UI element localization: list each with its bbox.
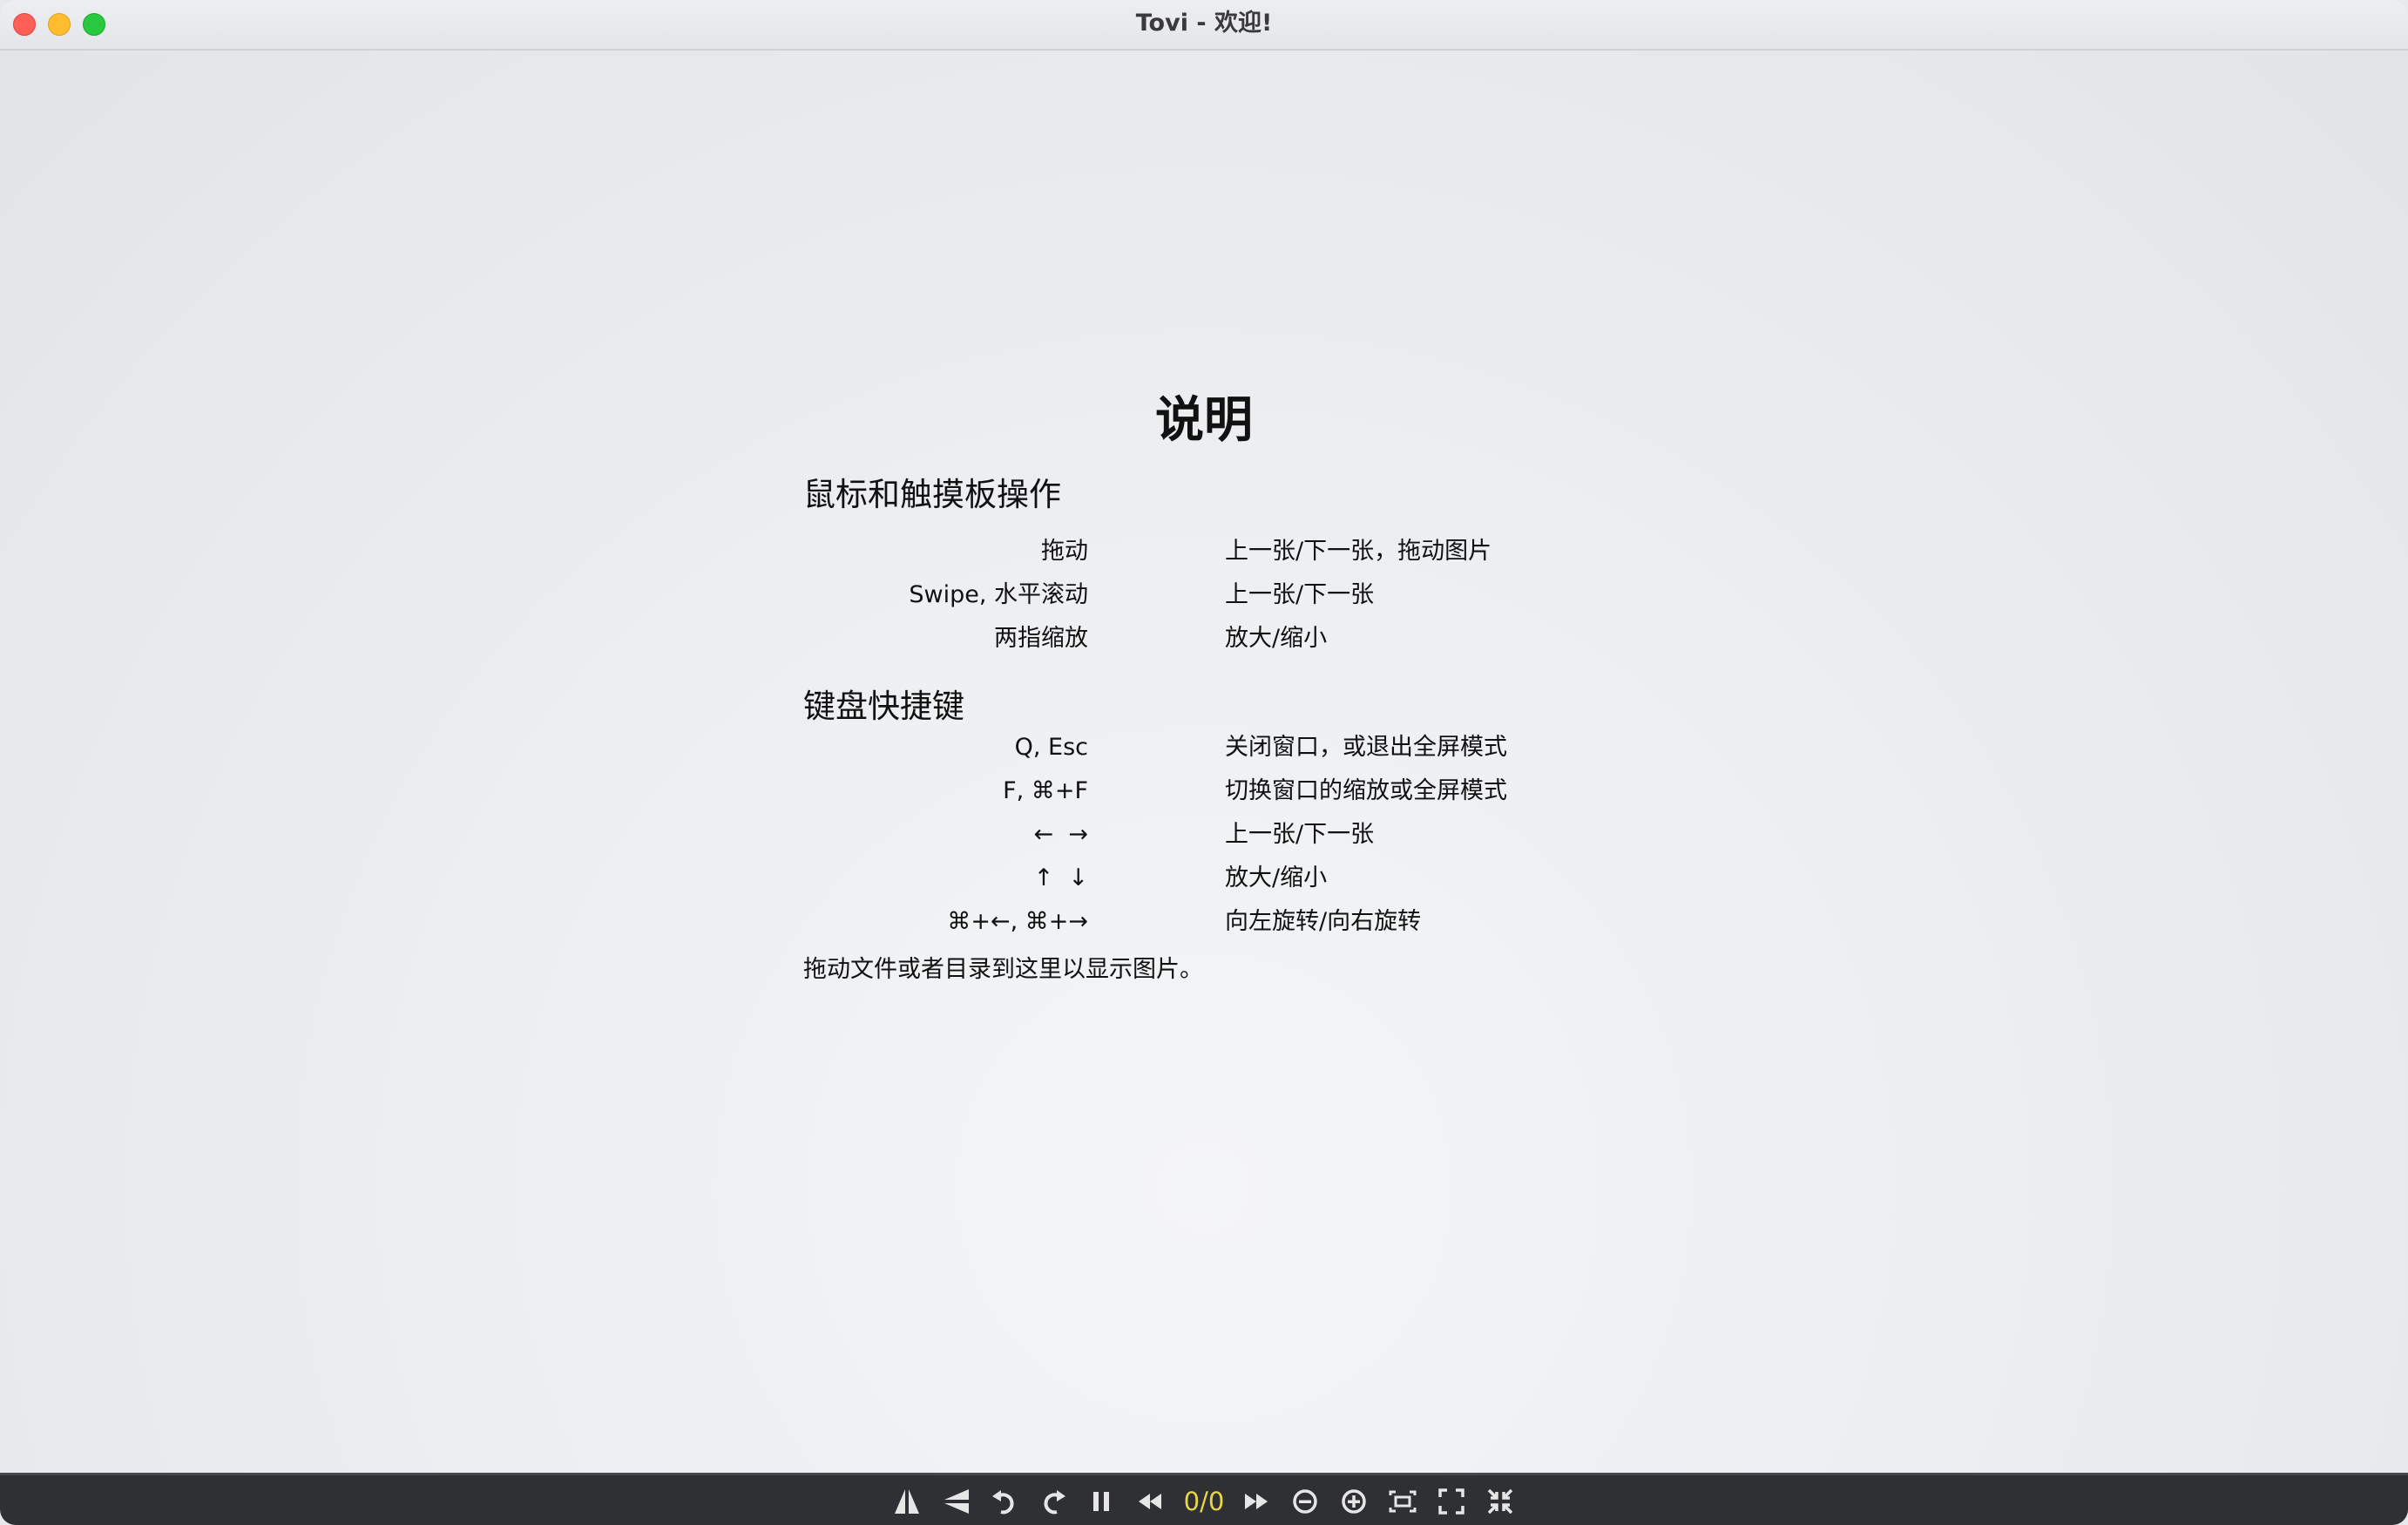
rotate-right-icon [1044, 1490, 1065, 1515]
keyboard-section-heading: 键盘快捷键 [803, 688, 964, 725]
rotate-left-icon [992, 1490, 1014, 1515]
shortcut-description: 放大/缩小 [1225, 864, 1328, 891]
mouse-shortcut-row: Swipe, 水平滚动 上一张/下一张 [803, 573, 1605, 617]
flip-horizontal-icon [895, 1489, 919, 1514]
rotate-left-button[interactable] [985, 1484, 1024, 1519]
flip-vertical-button[interactable] [937, 1484, 976, 1519]
fullscreen-icon [1438, 1488, 1464, 1515]
exit-fullscreen-icon [1487, 1488, 1513, 1515]
fit-window-button[interactable] [1383, 1484, 1422, 1519]
shortcut-key: F, ⌘+F [1003, 777, 1088, 804]
zoom-in-button[interactable] [1335, 1484, 1373, 1519]
previous-icon [1139, 1494, 1161, 1509]
shortcut-key: ↑ ↓ [1033, 864, 1088, 891]
image-counter: 0/0 [1183, 1487, 1225, 1516]
flip-horizontal-button[interactable] [888, 1484, 926, 1519]
image-drop-area[interactable]: 说明 鼠标和触摸板操作 拖动 上一张/下一张，拖动图片 Swipe, 水平滚动 … [0, 51, 2408, 1473]
pause-icon [1093, 1492, 1109, 1511]
instructions-title: 说明 [1155, 392, 1253, 449]
shortcut-key: ⌘+←, ⌘+→ [947, 908, 1088, 935]
exit-fullscreen-button[interactable] [1481, 1484, 1519, 1519]
keyboard-shortcut-row: ← → 上一张/下一张 [803, 813, 1605, 857]
shortcut-description: 关闭窗口，或退出全屏模式 [1225, 734, 1507, 761]
shortcut-description: 上一张/下一张，拖动图片 [1225, 538, 1492, 565]
keyboard-shortcut-row: ↑ ↓ 放大/缩小 [803, 857, 1605, 900]
next-button[interactable] [1237, 1484, 1275, 1519]
zoom-out-icon [1293, 1489, 1317, 1514]
window-title: Tovi - 欢迎! [1135, 10, 1273, 37]
mouse-shortcut-row: 拖动 上一张/下一张，拖动图片 [803, 530, 1605, 573]
next-icon [1245, 1494, 1268, 1509]
previous-button[interactable] [1131, 1484, 1169, 1519]
mouse-section-heading: 鼠标和触摸板操作 [803, 476, 1061, 513]
bottom-toolbar: 0/0 [0, 1473, 2408, 1525]
keyboard-shortcut-row: Q, Esc 关闭窗口，或退出全屏模式 [803, 726, 1605, 769]
shortcut-key: 两指缩放 [994, 625, 1088, 652]
pause-button[interactable] [1082, 1484, 1120, 1519]
fit-window-icon [1389, 1490, 1417, 1513]
shortcut-description: 上一张/下一张 [1225, 821, 1375, 848]
flip-vertical-icon [944, 1489, 969, 1514]
shortcut-key: Q, Esc [1014, 734, 1088, 761]
title-bar[interactable]: Tovi - 欢迎! [0, 0, 2408, 51]
drop-hint-text: 拖动文件或者目录到这里以显示图片。 [803, 956, 1203, 983]
shortcut-key: ← → [1033, 821, 1088, 848]
shortcut-key: Swipe, 水平滚动 [909, 581, 1088, 608]
zoom-in-icon [1342, 1489, 1366, 1514]
shortcut-description: 上一张/下一张 [1225, 581, 1375, 608]
rotate-right-button[interactable] [1034, 1484, 1072, 1519]
shortcut-description: 切换窗口的缩放或全屏模式 [1225, 777, 1507, 804]
fullscreen-button[interactable] [1432, 1484, 1471, 1519]
shortcut-key: 拖动 [1041, 538, 1088, 565]
shortcut-description: 放大/缩小 [1225, 625, 1328, 652]
shortcut-description: 向左旋转/向右旋转 [1225, 908, 1422, 935]
keyboard-shortcut-row: ⌘+←, ⌘+→ 向左旋转/向右旋转 [803, 900, 1605, 944]
keyboard-shortcut-row: F, ⌘+F 切换窗口的缩放或全屏模式 [803, 769, 1605, 813]
mouse-shortcut-row: 两指缩放 放大/缩小 [803, 617, 1605, 661]
app-window: Tovi - 欢迎! 说明 鼠标和触摸板操作 拖动 上一张/下一张，拖动图片 S… [0, 0, 2408, 1525]
zoom-out-button[interactable] [1286, 1484, 1324, 1519]
